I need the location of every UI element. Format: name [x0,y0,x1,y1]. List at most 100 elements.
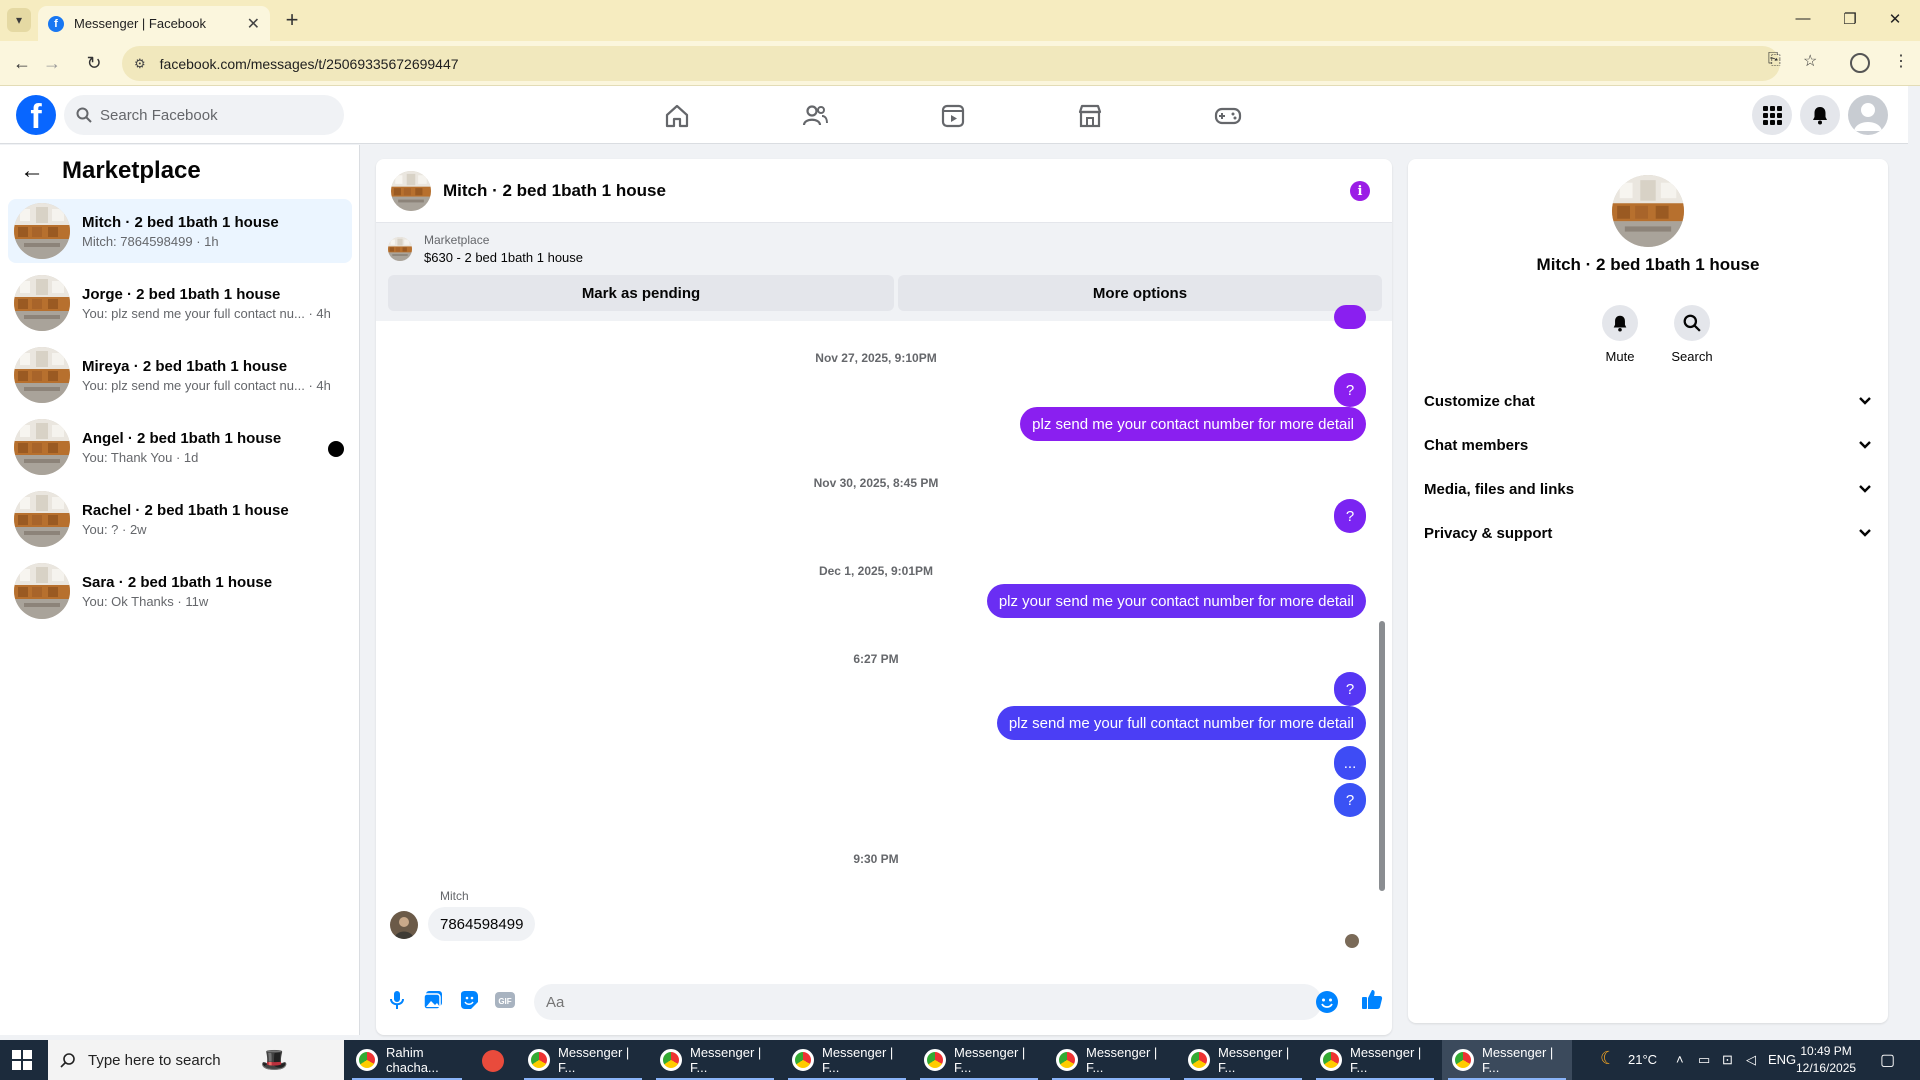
bookmark-star-icon[interactable]: ☆ [1803,51,1817,71]
volume-icon[interactable]: ◁ [1746,1052,1756,1068]
taskbar-app-active[interactable]: Messenger | F... [1442,1040,1572,1080]
friends-icon[interactable] [801,102,829,130]
battery-icon[interactable]: ▭ [1698,1052,1710,1068]
sticker-button[interactable] [458,989,480,1011]
taskbar-clock[interactable]: 10:49 PM 12/16/2025 [1796,1043,1856,1077]
taskbar-app[interactable]: Messenger | F... [1310,1040,1440,1080]
close-tab-icon[interactable]: ✕ [247,14,260,34]
taskbar-pinned-app-icon[interactable] [482,1050,504,1072]
message-input[interactable] [534,984,1322,1020]
listing-title[interactable]: $630 - 2 bed 1bath 1 house [424,250,583,265]
conversation-item-mitch[interactable]: Mitch · 2 bed 1bath 1 house Mitch: 78645… [8,199,352,263]
conversation-preview: Mitch: 7864598499 · 1h [82,233,219,249]
outgoing-message[interactable]: ? [1334,499,1366,533]
listing-thumbnail [14,491,70,547]
taskbar-app-label: Messenger | F... [1086,1045,1158,1075]
conversation-item-mireya[interactable]: Mireya · 2 bed 1bath 1 house You: plz se… [8,343,352,407]
outgoing-message[interactable]: plz send me your contact number for more… [1020,407,1366,441]
emoji-icon[interactable] [1316,991,1338,1013]
gif-button[interactable]: GIF [494,989,516,1011]
notification-center-icon[interactable]: ▢ [1880,1050,1895,1070]
outgoing-message[interactable]: plz send me your full contact number for… [996,706,1366,740]
customize-chat-section[interactable]: Customize chat [1424,381,1872,421]
like-button[interactable] [1360,987,1384,1011]
site-info-icon[interactable]: ⚙ [134,56,146,72]
conversation-item-sara[interactable]: Sara · 2 bed 1bath 1 house You: Ok Thank… [8,559,352,623]
media-files-links-section[interactable]: Media, files and links [1424,469,1872,509]
more-options-button[interactable]: More options [898,275,1382,311]
listing-thumbnail [14,203,70,259]
browser-profile-icon[interactable] [1850,53,1870,73]
outgoing-message[interactable]: ? [1334,672,1366,706]
taskbar-app[interactable]: Messenger | F... [650,1040,780,1080]
facebook-logo-icon[interactable]: f [16,95,56,135]
attach-photo-button[interactable] [422,989,444,1011]
listing-thumbnail [14,347,70,403]
conversation-item-jorge[interactable]: Jorge · 2 bed 1bath 1 house You: plz sen… [8,271,352,335]
chevron-down-icon [1859,485,1871,493]
taskbar-search-placeholder: Type here to search [88,1051,221,1069]
listing-thumbnail [14,563,70,619]
weather-icon[interactable]: ☾ [1600,1048,1616,1069]
address-bar[interactable]: ⚙ facebook.com/messages/t/25069335672699… [122,46,1780,81]
scroll-thumb[interactable] [1379,621,1385,891]
conversation-item-rachel[interactable]: Rachel · 2 bed 1bath 1 house You: ? · 2w [8,487,352,551]
taskbar-search[interactable]: Type here to search 🎩 [48,1040,344,1080]
facebook-search-input[interactable]: Search Facebook [64,95,344,135]
taskbar-app[interactable]: Messenger | F... [1046,1040,1176,1080]
install-app-icon[interactable]: ⎘ [1768,51,1781,69]
minimize-button[interactable]: — [1780,10,1826,27]
conversation-name: Sara · 2 bed 1bath 1 house [82,573,273,591]
outgoing-message[interactable]: plz your send me your contact number for… [986,584,1366,618]
weather-temp[interactable]: 21°C [1628,1052,1657,1067]
chat-header: Mitch · 2 bed 1bath 1 house i [376,159,1392,223]
outgoing-message[interactable]: ? [1334,373,1366,407]
chat-members-section[interactable]: Chat members [1424,425,1872,465]
mute-button[interactable]: Mute [1590,305,1650,364]
info-icon[interactable]: i [1350,181,1370,201]
back-arrow-icon[interactable]: ← [20,157,44,185]
taskbar-app[interactable]: Rahim chacha... [346,1040,468,1080]
video-icon[interactable] [939,102,967,130]
chat-avatar[interactable] [391,170,431,211]
tab-search-button[interactable]: ▾ [7,8,31,32]
menu-grid-button[interactable] [1752,95,1792,135]
restore-button[interactable]: ❐ [1827,10,1873,28]
taskbar-app[interactable]: Messenger | F... [914,1040,1044,1080]
network-icon[interactable]: ⊡ [1722,1052,1733,1068]
voice-clip-button[interactable] [386,989,408,1011]
chat-title[interactable]: Mitch · 2 bed 1bath 1 house [443,181,666,201]
marketplace-icon[interactable] [1076,102,1104,130]
close-window-button[interactable]: ✕ [1872,10,1918,28]
tray-chevron-icon[interactable]: ˄ [1676,1052,1684,1067]
windows-start-icon[interactable] [12,1050,32,1070]
taskbar-app[interactable]: Messenger | F... [782,1040,912,1080]
conversation-photo[interactable] [1612,175,1684,247]
search-in-conversation-button[interactable]: Search [1662,305,1722,364]
conversation-item-angel[interactable]: Angel · 2 bed 1bath 1 house You: Thank Y… [8,415,352,479]
browser-menu-icon[interactable]: ⋮ [1893,51,1909,71]
outgoing-message[interactable]: ? [1334,783,1366,817]
account-avatar[interactable] [1848,95,1888,135]
new-tab-button[interactable]: + [280,8,304,32]
sender-avatar[interactable] [390,911,418,939]
browser-tab[interactable]: f Messenger | Facebook ✕ [38,6,270,41]
outgoing-message[interactable]: ... [1334,746,1366,780]
gaming-icon[interactable] [1214,102,1242,130]
language-indicator[interactable]: ENG [1768,1052,1796,1067]
marketplace-label: Marketplace [424,233,490,247]
home-icon[interactable] [663,102,691,130]
incoming-message[interactable]: 7864598499 [428,907,536,941]
taskbar-app[interactable]: Messenger | F... [1178,1040,1308,1080]
microphone-icon [390,991,404,1009]
mark-as-pending-button[interactable]: Mark as pending [388,275,894,311]
reload-button[interactable]: ↻ [82,53,106,73]
back-button[interactable]: ← [10,53,34,73]
notifications-button[interactable] [1800,95,1840,135]
forward-button[interactable]: → [40,53,64,73]
section-label: Privacy & support [1424,524,1553,542]
message-scrollbar[interactable] [1376,331,1386,951]
privacy-support-section[interactable]: Privacy & support [1424,513,1872,553]
sender-name: Mitch [440,889,469,903]
taskbar-app[interactable]: Messenger | F... [518,1040,648,1080]
